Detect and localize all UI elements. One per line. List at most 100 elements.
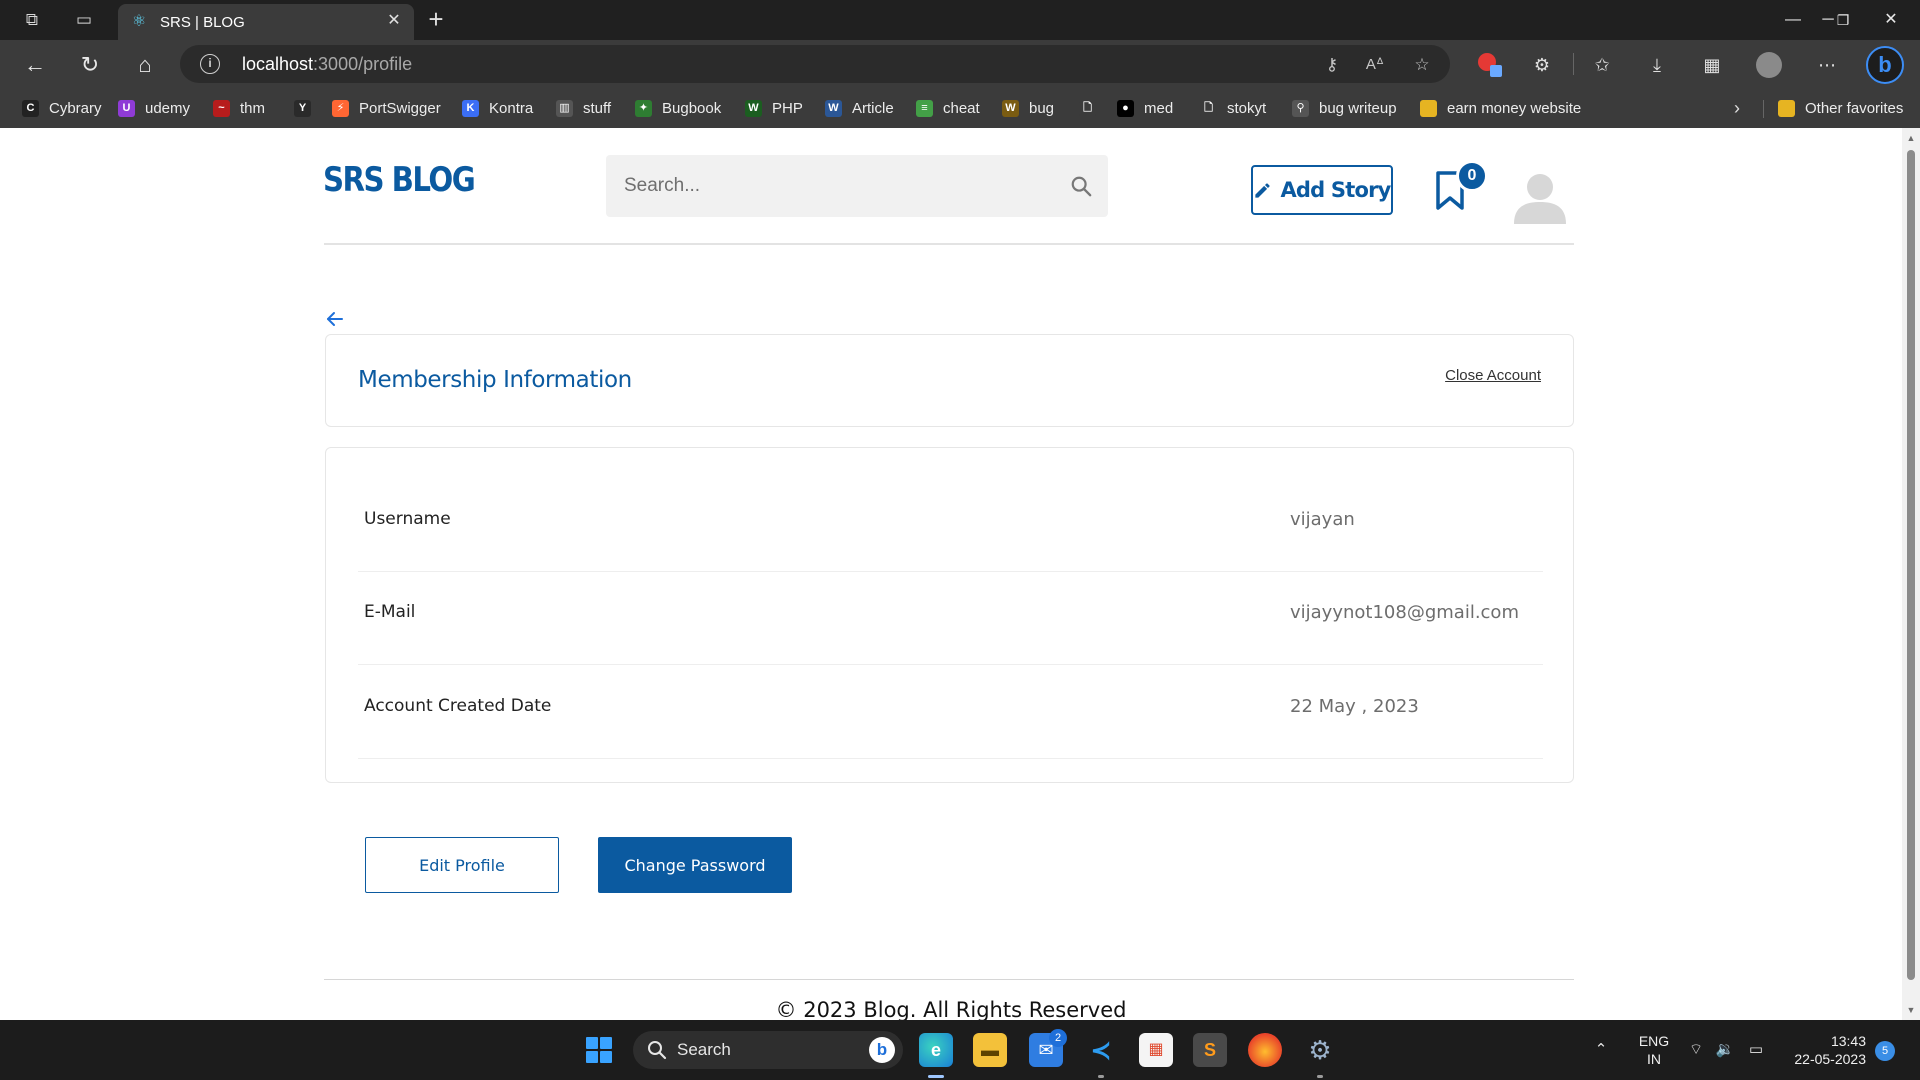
bookmark-item[interactable]: K Kontra [462, 98, 533, 118]
active-app-indicator [928, 1075, 944, 1078]
close-account-link[interactable]: Close Account [1445, 367, 1541, 384]
page-viewport: SRS BLOG Add Story 0 Membership Informat… [0, 128, 1902, 1020]
scrollbar-thumb[interactable] [1907, 150, 1915, 980]
info-value: vijayan [1290, 509, 1355, 530]
language-indicator[interactable]: ENG IN [1636, 1032, 1672, 1068]
close-window-icon[interactable]: ✕ [1868, 6, 1914, 34]
battery-icon[interactable]: ▭ [1745, 1039, 1767, 1061]
footer-copyright: © 2023 Blog. All Rights Reserved [775, 998, 1127, 1020]
other-favorites-folder[interactable]: Other favorites [1778, 98, 1903, 118]
firefox-icon[interactable] [1248, 1033, 1282, 1067]
bookmark-item[interactable]: W Article [825, 98, 894, 118]
collections-icon[interactable]: ▦ [1699, 52, 1725, 78]
lang-line-1: ENG [1638, 1033, 1670, 1049]
avatar[interactable] [1512, 168, 1568, 224]
bookmark-item[interactable]: Wbug [1002, 98, 1054, 118]
bookmark-item[interactable]: ⚡ PortSwigger [332, 98, 441, 118]
volume-icon[interactable]: 🔉 [1714, 1039, 1736, 1061]
bookmark-item[interactable]: ✦ Bugbook [635, 98, 721, 118]
more-menu-icon[interactable]: ⋯ [1814, 52, 1840, 78]
home-icon[interactable]: ⌂ [130, 50, 160, 80]
bookmark-favicon-icon [1420, 99, 1437, 117]
bing-icon[interactable]: b [869, 1037, 895, 1063]
bookmark-item[interactable]: Y [294, 98, 321, 118]
bookmark-item[interactable]: ● med [1117, 98, 1173, 118]
back-arrow-icon[interactable] [324, 308, 346, 330]
new-tab-icon[interactable]: + [422, 6, 450, 34]
bookmark-item[interactable]: ~ thm [213, 98, 265, 118]
lang-line-2: IN [1647, 1051, 1661, 1067]
bookmark-label: Cybrary [49, 99, 102, 117]
info-value: 22 May , 2023 [1290, 696, 1419, 717]
taskbar-search[interactable]: Search b [633, 1031, 903, 1069]
notification-badge[interactable]: 5 [1875, 1041, 1895, 1061]
scroll-down-icon[interactable]: ▼ [1905, 1004, 1917, 1016]
edit-profile-button[interactable]: Edit Profile [365, 837, 559, 893]
refresh-icon[interactable]: ↻ [75, 50, 105, 80]
read-aloud-icon[interactable]: Aᐞ [1363, 53, 1387, 77]
workspaces-icon[interactable]: ⧉ [20, 8, 44, 32]
bookmark-item[interactable]: W PHP [745, 98, 803, 118]
vscode-icon[interactable]: ≺ [1084, 1033, 1118, 1067]
bookmark-label: earn money website [1447, 99, 1582, 117]
system-clock[interactable]: 13:43 22-05-2023 [1782, 1032, 1866, 1068]
store-app-icon[interactable]: ▦ [1139, 1033, 1173, 1067]
extensions-icon[interactable]: ⚙ [1529, 52, 1555, 78]
address-url[interactable]: localhost:3000/profile [242, 54, 412, 75]
favorites-icon[interactable]: ✩ [1589, 52, 1615, 78]
bookmark-item[interactable]: ▥ stuff [556, 98, 611, 118]
browser-tab-active[interactable]: ⚛ SRS | BLOG ✕ [118, 4, 414, 40]
bookmark-item[interactable]: ≡ cheat [916, 98, 980, 118]
app-running-dot [1317, 1075, 1323, 1078]
search-icon[interactable] [1070, 175, 1092, 197]
bookmark-label: Kontra [489, 99, 534, 117]
change-password-button[interactable]: Change Password [598, 837, 792, 893]
tab-title: SRS | BLOG [160, 14, 245, 31]
add-story-button[interactable]: Add Story [1251, 165, 1393, 215]
add-story-label: Add Story [1280, 178, 1391, 202]
mail-badge: 2 [1049, 1029, 1067, 1047]
url-path: :3000/profile [313, 54, 413, 74]
file-explorer-icon[interactable]: ▬ [973, 1033, 1007, 1067]
bing-copilot-icon[interactable]: b [1866, 46, 1904, 84]
info-label: Username [364, 509, 451, 529]
bookmark-item[interactable]: 🗋 stokyt [1200, 98, 1266, 118]
tray-chevron-up-icon[interactable]: ⌃ [1590, 1039, 1612, 1061]
profile-icon[interactable] [1756, 52, 1782, 78]
header-divider [324, 243, 1574, 245]
page-scrollbar[interactable]: ▲ ▼ [1902, 128, 1920, 1020]
site-logo[interactable]: SRS BLOG [323, 160, 476, 200]
tab-actions-icon[interactable]: ▭ [72, 8, 96, 32]
search-input[interactable] [606, 155, 1046, 217]
close-tab-icon[interactable]: ✕ [384, 11, 404, 31]
settings-app-icon[interactable]: ⚙ [1303, 1033, 1337, 1067]
downloads-icon[interactable]: ⤓ [1644, 52, 1670, 78]
footer-divider [324, 979, 1574, 980]
minimize-window-icon[interactable]: — [1770, 6, 1816, 34]
bookmark-favicon-icon: K [462, 99, 479, 117]
edge-app-icon[interactable]: e [919, 1033, 953, 1067]
bookmark-item[interactable]: C Cybrary [22, 98, 102, 118]
add-favorite-icon[interactable]: ☆ [1410, 53, 1434, 77]
bookmark-item[interactable]: 🗋 [1079, 98, 1106, 118]
address-bar[interactable]: i localhost:3000/profile ⚷ Aᐞ ☆ [180, 45, 1450, 83]
search-box [606, 155, 1108, 217]
bookmark-item[interactable]: ⚲ bug writeup [1292, 98, 1397, 118]
wifi-icon[interactable]: ⌔ [1685, 1039, 1707, 1061]
bookmark-favicon-icon: ● [1117, 99, 1134, 117]
bookmark-favicon-icon: Y [294, 99, 311, 117]
key-icon[interactable]: ⚷ [1320, 53, 1344, 77]
bookmark-item[interactable]: earn money website [1420, 98, 1581, 118]
restore-window-icon[interactable]: ❐ [1820, 6, 1866, 34]
site-info-icon[interactable]: i [200, 54, 220, 74]
pencil-icon [1255, 182, 1271, 198]
bookmarks-overflow-icon[interactable]: › [1734, 98, 1740, 118]
bookmark-item[interactable]: Uudemy [118, 98, 190, 118]
windows-start-icon[interactable] [586, 1037, 612, 1063]
bookmark-favicon-icon: ⚡ [332, 99, 349, 117]
sublime-text-icon[interactable]: S [1193, 1033, 1227, 1067]
bookmark-label: stokyt [1227, 99, 1267, 117]
scroll-up-icon[interactable]: ▲ [1905, 132, 1917, 144]
back-icon[interactable]: ← [20, 50, 50, 80]
bookmark-label: bug writeup [1319, 99, 1397, 117]
